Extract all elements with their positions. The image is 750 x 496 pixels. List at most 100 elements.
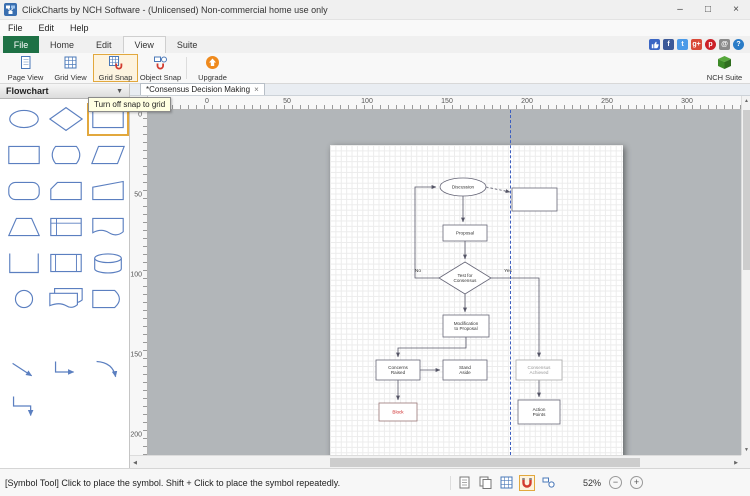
palette-shape-connector[interactable] — [3, 283, 45, 316]
flow-node-modification-to-proposal[interactable]: Modificationto Proposal — [443, 315, 489, 337]
document-tab[interactable]: *Consensus Decision Making × — [140, 83, 265, 95]
window-title: ClickCharts by NCH Software - (Unlicense… — [22, 5, 328, 15]
pinterest-icon[interactable]: p — [705, 39, 716, 50]
tab-close-icon[interactable]: × — [254, 85, 259, 94]
palette-shape-line-arrow[interactable] — [3, 355, 45, 388]
palette-shape-container[interactable] — [3, 247, 45, 280]
svg-text:StandAside: StandAside — [459, 365, 471, 375]
object-snap-button[interactable]: Object Snap — [138, 54, 183, 82]
grid-view-button[interactable]: Grid View — [48, 54, 93, 82]
flow-node-action-points[interactable]: ActionPoints — [518, 400, 560, 424]
upgrade-icon — [205, 55, 220, 72]
scroll-down-icon[interactable]: ▼ — [742, 445, 750, 455]
tab-view[interactable]: View — [123, 36, 166, 53]
palette-shape-predefined-process[interactable] — [45, 247, 87, 280]
flow-node-stand-aside[interactable]: StandAside — [443, 360, 487, 380]
tab-file[interactable]: File — [3, 36, 39, 53]
ruler-v-label: 0 — [138, 112, 142, 119]
palette-shape-multi-document[interactable] — [45, 283, 87, 316]
shape-palette — [0, 99, 130, 468]
palette-shape-decision[interactable] — [45, 103, 87, 136]
flow-node-discussion[interactable]: Discussion — [440, 178, 486, 196]
upgrade-button[interactable]: Upgrade — [190, 54, 235, 82]
scroll-up-icon[interactable]: ▲ — [742, 96, 750, 106]
view-toolbar: Page View Grid View Grid Snap Object Sna… — [0, 53, 750, 84]
statusbar-separator — [450, 476, 451, 490]
window-controls: – □ × — [666, 0, 750, 19]
drawing-canvas[interactable]: No Yes DiscussionProposalTest forConsens… — [148, 110, 741, 455]
vertical-scrollbar[interactable]: ▲ ▼ — [741, 96, 750, 455]
toolbar-separator — [186, 57, 187, 79]
grid-snap-label: Grid Snap — [99, 73, 133, 82]
page-view-button[interactable]: Page View — [3, 54, 48, 82]
palette-shape-manual-operation[interactable] — [3, 211, 45, 244]
multi-page-icon[interactable] — [477, 475, 493, 491]
svg-text:ActionPoints: ActionPoints — [533, 407, 546, 417]
document-page[interactable]: No Yes DiscussionProposalTest forConsens… — [330, 145, 623, 455]
grid-snap-icon — [108, 55, 123, 72]
social-links: f t g+ p @ ? — [649, 36, 750, 53]
palette-shape-internal-storage[interactable] — [45, 211, 87, 244]
help-icon[interactable]: ? — [733, 39, 744, 50]
flowchart-drawing[interactable]: No Yes DiscussionProposalTest forConsens… — [330, 145, 623, 455]
zoom-level: 52% — [583, 478, 601, 488]
nch-suite-icon — [717, 55, 732, 72]
twitter-icon[interactable]: t — [677, 39, 688, 50]
google-plus-icon[interactable]: g+ — [691, 39, 702, 50]
page-layout-icon[interactable] — [456, 475, 472, 491]
palette-shape-card[interactable] — [45, 175, 87, 208]
palette-shape-display[interactable] — [45, 139, 87, 172]
grid-snap-button[interactable]: Grid Snap — [93, 54, 138, 82]
object-snap-label: Object Snap — [140, 73, 181, 82]
menu-help[interactable]: Help — [62, 23, 97, 33]
flow-node-concerns-raised[interactable]: ConcernsRaised — [376, 360, 420, 380]
palette-shape-terminator[interactable] — [3, 103, 45, 136]
palette-shape-rounded-rectangle[interactable] — [3, 175, 45, 208]
vertical-scroll-thumb[interactable] — [743, 110, 750, 270]
grid-toggle-icon[interactable] — [498, 475, 514, 491]
app-window: ClickCharts by NCH Software - (Unlicense… — [0, 0, 750, 496]
nch-suite-button[interactable]: NCH Suite — [702, 54, 747, 82]
tab-suite[interactable]: Suite — [166, 36, 209, 53]
zoom-in-button[interactable]: + — [630, 476, 643, 489]
palette-shape-punched-card[interactable] — [87, 175, 129, 208]
palette-title: Flowchart — [6, 86, 49, 96]
menu-edit[interactable]: Edit — [31, 23, 63, 33]
status-message: [Symbol Tool] Click to place the symbol.… — [5, 469, 340, 496]
object-snap-status-icon[interactable] — [540, 475, 556, 491]
palette-shape-curve-arrow[interactable] — [87, 355, 129, 388]
horizontal-scroll-thumb[interactable] — [330, 458, 640, 467]
svg-text:Discussion: Discussion — [452, 185, 475, 190]
flow-node-consensus-achieved[interactable]: ConsensusAchieved — [516, 360, 562, 380]
palette-shape-database[interactable] — [87, 247, 129, 280]
palette-shape-s-elbow-arrow[interactable] — [3, 391, 45, 424]
email-icon[interactable]: @ — [719, 39, 730, 50]
facebook-icon[interactable]: f — [663, 39, 674, 50]
maximize-button[interactable]: □ — [694, 0, 722, 19]
ruler-h-label: 250 — [601, 98, 613, 105]
grid-view-label: Grid View — [54, 73, 86, 82]
zoom-out-button[interactable]: − — [609, 476, 622, 489]
flow-node-test-for-consensus[interactable]: Test forConsensus — [439, 262, 491, 294]
flow-node-note-box[interactable] — [512, 188, 557, 211]
ruler-h-label: 150 — [441, 98, 453, 105]
palette-shape-elbow-arrow[interactable] — [45, 355, 87, 388]
tab-home[interactable]: Home — [39, 36, 85, 53]
thumbs-up-icon[interactable] — [649, 39, 660, 50]
minimize-button[interactable]: – — [666, 0, 694, 19]
menu-file[interactable]: File — [0, 23, 31, 33]
palette-shape-rectangle[interactable] — [3, 139, 45, 172]
ribbon-tab-bar: File Home Edit View Suite f t g+ p @ ? — [0, 36, 750, 53]
tab-edit[interactable]: Edit — [85, 36, 123, 53]
app-logo-icon — [4, 3, 17, 16]
flow-node-block[interactable]: Block — [379, 403, 417, 421]
palette-shape-delay[interactable] — [87, 283, 129, 316]
palette-shape-data[interactable] — [87, 139, 129, 172]
flow-node-proposal[interactable]: Proposal — [443, 225, 487, 241]
horizontal-scrollbar[interactable]: ◀ ▶ — [130, 455, 741, 468]
close-button[interactable]: × — [722, 0, 750, 19]
grid-snap-status-icon[interactable] — [519, 475, 535, 491]
palette-shape-document[interactable] — [87, 211, 129, 244]
tooltip: Turn off snap to grid — [88, 97, 171, 112]
svg-text:Proposal: Proposal — [456, 231, 474, 236]
